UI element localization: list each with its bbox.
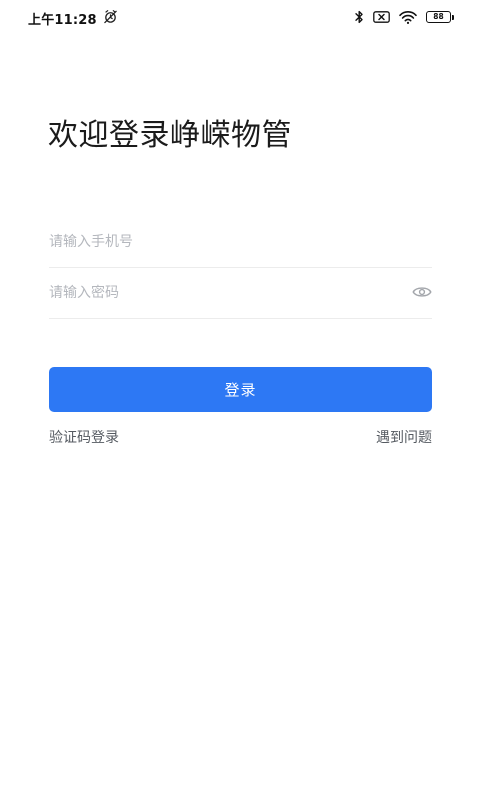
eye-icon[interactable]: [412, 285, 432, 299]
alarm-off-icon: [104, 10, 117, 24]
help-link[interactable]: 遇到问题: [376, 427, 432, 447]
status-time: 上午11:28: [28, 13, 97, 28]
sim-x-icon: [373, 11, 390, 23]
status-icons: 88: [355, 9, 454, 25]
password-field: [49, 268, 432, 319]
status-bar: 上午11:28 88: [0, 0, 480, 34]
login-button[interactable]: 登录: [49, 367, 432, 412]
phone-input[interactable]: [49, 217, 389, 267]
battery-level: 88: [426, 11, 451, 23]
battery-icon: 88: [426, 11, 454, 23]
sms-login-link[interactable]: 验证码登录: [49, 427, 119, 447]
wifi-icon: [399, 10, 417, 24]
bluetooth-icon: [355, 10, 363, 24]
page-title: 欢迎登录峥嵘物管: [48, 118, 292, 153]
phone-field: [49, 217, 432, 268]
password-input[interactable]: [49, 268, 389, 318]
